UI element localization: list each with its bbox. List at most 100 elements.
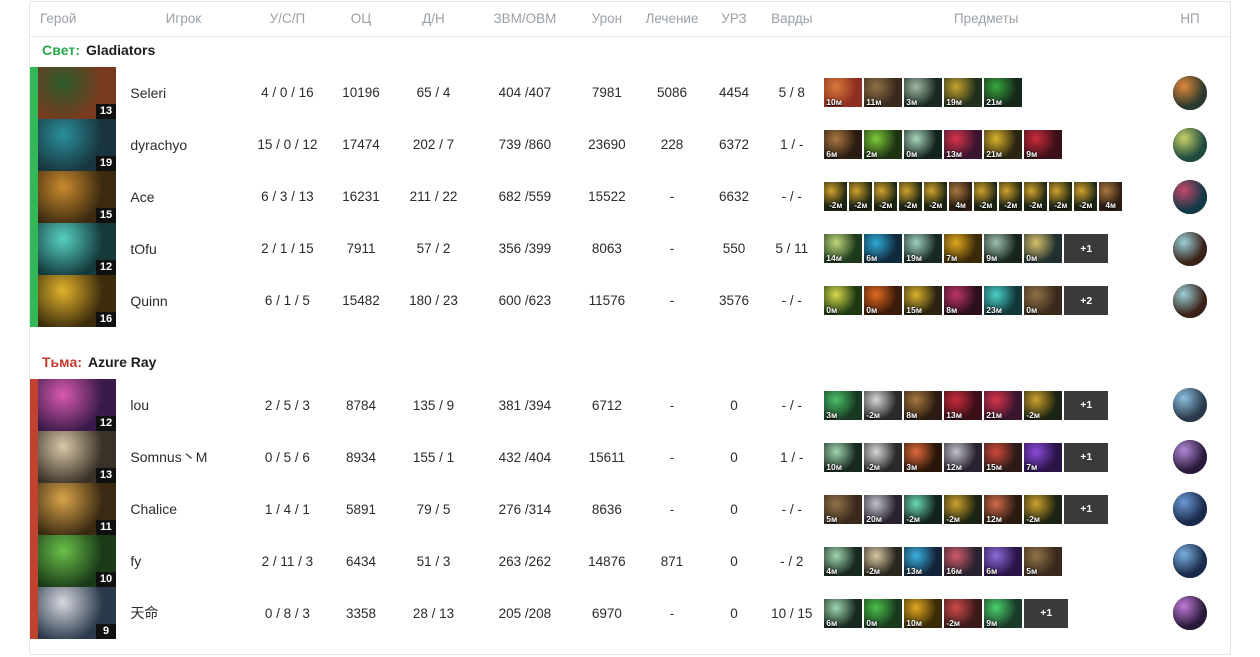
item-icon[interactable]: -2м [1024, 182, 1048, 211]
hero-cell[interactable]: 15 [30, 170, 120, 223]
item-icon[interactable]: 7м [944, 234, 983, 263]
item-icon[interactable]: 9м [984, 598, 1023, 628]
hero-icon[interactable]: 10 [38, 535, 116, 587]
neutral-item-icon[interactable] [1173, 544, 1208, 578]
column-header-lasthits-denies[interactable]: Д/Н [393, 2, 474, 37]
item-icon[interactable]: 9м [1024, 130, 1063, 159]
neutral-item-icon[interactable] [1173, 596, 1208, 630]
hero-icon[interactable]: 11 [38, 483, 116, 535]
team-name[interactable]: Azure Ray [84, 354, 156, 370]
item-icon[interactable]: -2м [864, 546, 903, 576]
more-items-badge[interactable]: +1 [1064, 234, 1109, 263]
player-name[interactable]: lou [120, 379, 246, 432]
item-icon[interactable]: 20м [864, 494, 903, 524]
hero-cell[interactable]: 10 [30, 535, 120, 587]
item-icon[interactable]: -2м [1049, 182, 1073, 211]
item-icon[interactable]: 13м [944, 130, 983, 159]
hero-cell[interactable]: 9 [30, 587, 120, 639]
item-icon[interactable]: 19м [944, 78, 983, 107]
item-icon[interactable]: -2м [1024, 390, 1063, 420]
item-icon[interactable]: 0м [1024, 234, 1063, 263]
hero-cell[interactable]: 11 [30, 483, 120, 535]
item-icon[interactable]: 3м [904, 78, 943, 107]
item-icon[interactable]: 6м [824, 130, 863, 159]
player-name[interactable]: Ace [120, 171, 246, 223]
column-header-damage[interactable]: Урон [576, 2, 638, 37]
item-icon[interactable]: 5м [824, 494, 863, 524]
more-items-badge[interactable]: +2 [1064, 286, 1109, 315]
column-header-damage-taken[interactable]: УРЗ [706, 2, 762, 37]
column-header-healing[interactable]: Лечение [637, 2, 707, 37]
item-icon[interactable]: 3м [824, 390, 863, 420]
column-header-items[interactable]: Предметы [822, 2, 1151, 37]
column-header-wards[interactable]: Варды [761, 2, 823, 37]
item-icon[interactable]: -2м [974, 182, 998, 211]
item-icon[interactable]: 6м [984, 546, 1023, 576]
hero-icon[interactable]: 15 [38, 170, 116, 223]
item-icon[interactable]: 0м [864, 598, 903, 628]
column-header-gpm-xpm[interactable]: ЗВМ/ОВМ [473, 2, 577, 37]
item-icon[interactable]: 6м [824, 598, 863, 628]
hero-icon[interactable]: 13 [38, 66, 116, 119]
item-icon[interactable]: 13м [904, 546, 943, 576]
item-icon[interactable]: 3м [904, 442, 943, 472]
item-icon[interactable]: -2м [944, 494, 983, 524]
item-icon[interactable]: 0м [904, 130, 943, 159]
item-icon[interactable]: 7м [1024, 442, 1063, 472]
column-header-kda[interactable]: У/С/П [246, 2, 329, 37]
player-name[interactable]: tOfu [120, 223, 246, 275]
team-name[interactable]: Gladiators [82, 42, 155, 58]
item-icon[interactable]: -2м [904, 494, 943, 524]
item-icon[interactable]: -2м [944, 598, 983, 628]
player-name[interactable]: Chalice [120, 483, 246, 535]
column-header-networth[interactable]: ОЦ [328, 2, 394, 37]
item-icon[interactable]: 4м [824, 546, 863, 576]
item-icon[interactable]: -2м [864, 390, 903, 420]
item-icon[interactable]: 8м [944, 286, 983, 315]
item-icon[interactable]: 5м [1024, 546, 1063, 576]
neutral-item-icon[interactable] [1173, 179, 1208, 214]
more-items-badge[interactable]: +1 [1064, 494, 1109, 524]
item-icon[interactable]: -2м [1024, 494, 1063, 524]
item-icon[interactable]: 16м [944, 546, 983, 576]
item-icon[interactable]: 12м [984, 494, 1023, 524]
item-icon[interactable]: 4м [949, 182, 973, 211]
hero-icon[interactable]: 13 [38, 431, 116, 483]
neutral-item-icon[interactable] [1173, 231, 1208, 266]
hero-icon[interactable]: 12 [38, 379, 116, 431]
column-header-hero[interactable]: Герой [30, 2, 121, 37]
more-items-badge[interactable]: +1 [1024, 598, 1069, 628]
item-icon[interactable]: 11м [864, 78, 903, 107]
more-items-badge[interactable]: +1 [1064, 442, 1109, 472]
item-icon[interactable]: 21м [984, 78, 1023, 107]
hero-icon[interactable]: 12 [38, 222, 116, 275]
hero-cell[interactable]: 19 [30, 118, 120, 171]
hero-cell[interactable]: 13 [30, 66, 120, 119]
player-name[interactable]: Seleri [120, 66, 246, 119]
hero-icon[interactable]: 9 [38, 587, 116, 639]
item-icon[interactable]: 13м [944, 390, 983, 420]
item-icon[interactable]: 15м [984, 442, 1023, 472]
neutral-item-icon[interactable] [1173, 127, 1208, 162]
hero-icon[interactable]: 16 [38, 274, 116, 327]
item-icon[interactable]: -2м [1074, 182, 1098, 211]
item-icon[interactable]: -2м [999, 182, 1023, 211]
player-name[interactable]: fy [120, 535, 246, 587]
player-name[interactable]: 天命 [120, 587, 246, 639]
item-icon[interactable]: -2м [824, 182, 848, 211]
hero-icon[interactable]: 19 [38, 118, 116, 171]
player-name[interactable]: Somnus丶M [120, 431, 246, 483]
item-icon[interactable]: 15м [904, 286, 943, 315]
item-icon[interactable]: 9м [984, 234, 1023, 263]
item-icon[interactable]: 2м [864, 130, 903, 159]
column-header-neutral-item[interactable]: НП [1150, 2, 1230, 37]
player-name[interactable]: dyrachyo [120, 119, 246, 171]
hero-cell[interactable]: 12 [30, 379, 120, 431]
item-icon[interactable]: 4м [1099, 182, 1123, 211]
neutral-item-icon[interactable] [1173, 492, 1208, 526]
item-icon[interactable]: -2м [924, 182, 948, 211]
item-icon[interactable]: 0м [864, 286, 903, 315]
item-icon[interactable]: 10м [824, 442, 863, 472]
neutral-item-icon[interactable] [1173, 283, 1208, 318]
item-icon[interactable]: -2м [864, 442, 903, 472]
